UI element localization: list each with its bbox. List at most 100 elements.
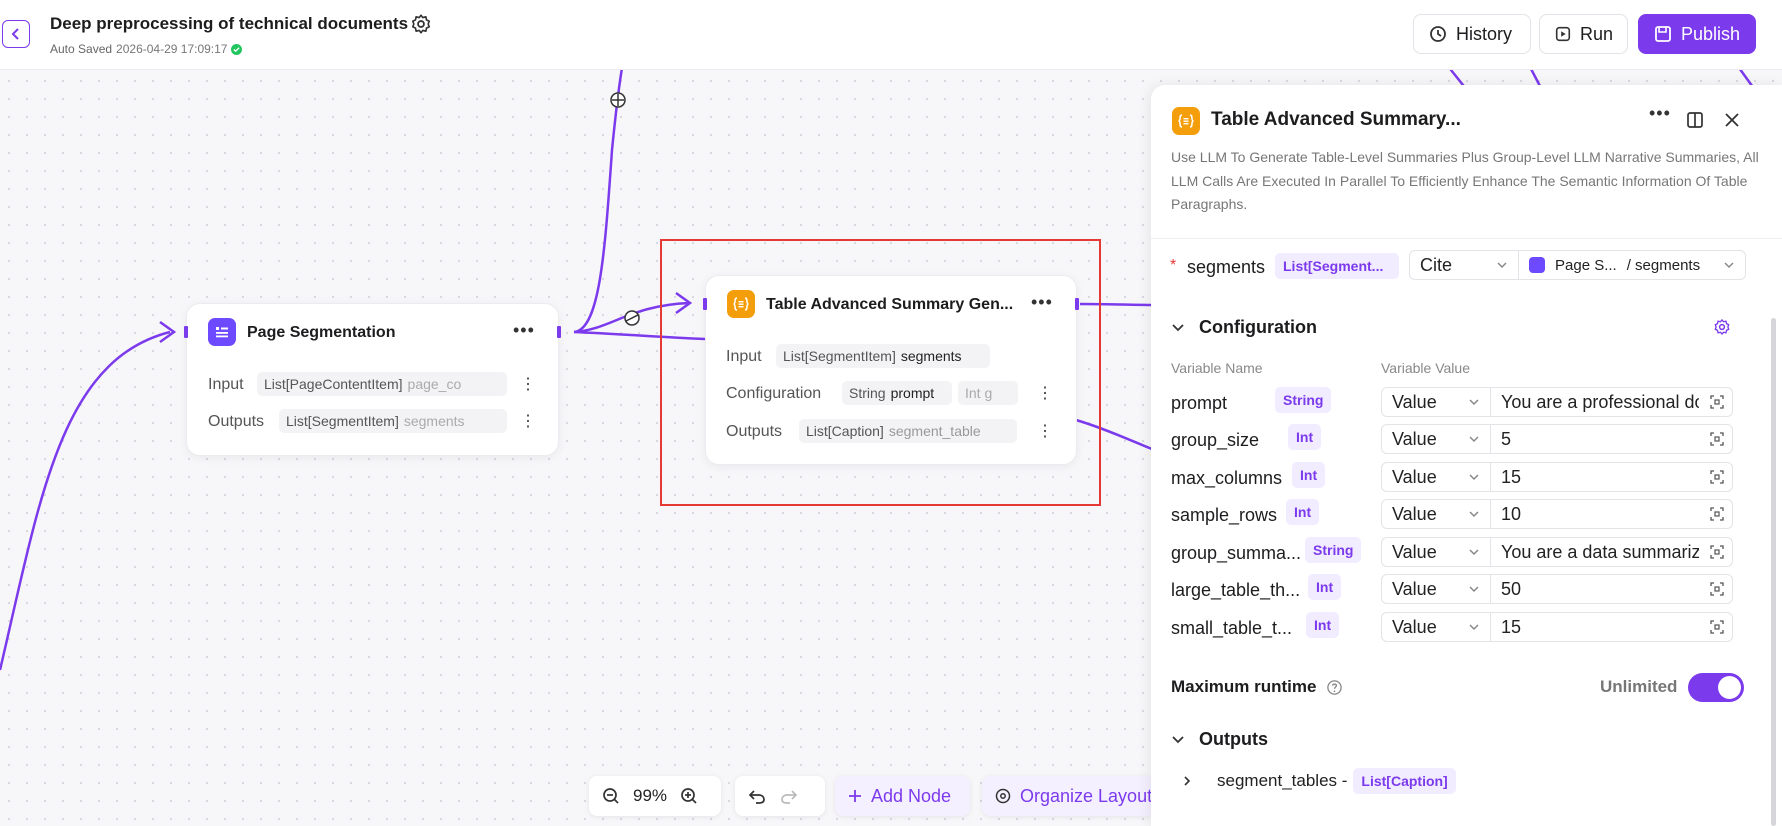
save-icon [1655,26,1671,42]
run-button[interactable]: Run [1539,14,1628,54]
variable-value-input[interactable]: 15 [1490,612,1733,642]
configuration-label: Configuration [1199,317,1317,337]
configuration-section-toggle[interactable]: Configuration [1171,317,1317,338]
more-icon[interactable]: ••• [513,320,535,341]
node-page-segmentation[interactable]: Page Segmentation ••• Input List[PageCon… [186,303,559,456]
edge-top-incoming [573,67,624,334]
redo-icon[interactable] [779,786,799,806]
expand-icon[interactable] [1710,582,1724,596]
output-type: List[SegmentItem] [286,413,399,429]
undo-icon[interactable] [747,786,767,806]
variable-value-input[interactable]: 50 [1490,574,1733,604]
variable-value: 15 [1501,617,1522,637]
layout-icon [995,788,1011,804]
segments-source-select[interactable]: Page S... / segments [1518,250,1746,280]
selection-highlight [660,239,1101,506]
variable-name: group_summa... [1171,543,1302,563]
list-icon [208,318,236,346]
edge-left-incoming [0,330,171,671]
history-button[interactable]: History [1413,14,1531,54]
input-handle[interactable] [184,326,188,338]
check-icon [231,43,243,55]
variable-value: 10 [1501,504,1522,524]
variable-value-input[interactable]: 15 [1490,462,1733,492]
runtime-toggle[interactable] [1688,673,1744,702]
chevron-down-icon [1469,436,1479,443]
zoom-in-icon[interactable] [679,786,699,806]
variable-value-input[interactable]: 5 [1490,424,1733,454]
variable-mode-select[interactable]: Value [1381,612,1491,642]
variable-mode-select[interactable]: Value [1381,462,1491,492]
chevron-left-icon [11,28,19,40]
add-node-button[interactable]: Add Node [835,776,970,816]
output-item[interactable]: segment_tables - List[Caption] [1181,768,1456,794]
segments-type-tag: List[Segment... [1275,253,1399,279]
variable-mode-select[interactable]: Value [1381,424,1491,454]
variable-mode-select[interactable]: Value [1381,574,1491,604]
output-var: segments [403,413,465,429]
variable-mode-select[interactable]: Value [1381,537,1491,567]
plus-icon [849,790,861,802]
expand-icon[interactable] [1710,620,1724,634]
expand-icon[interactable] [1710,432,1724,446]
output-menu-icon[interactable]: ⋮ [520,411,536,431]
zoom-level: 99% [633,786,668,805]
autosave-label: Auto Saved [50,42,113,56]
variable-type-tag: Int [1308,574,1342,600]
variable-value-input[interactable]: You are a data summariza [1490,537,1733,567]
chevron-down-icon [1469,624,1479,631]
gear-icon[interactable] [1713,318,1731,336]
input-chip[interactable]: List[PageContentItem] page_co [257,372,507,396]
variable-value-input[interactable]: You are a professional do [1490,387,1733,417]
variable-mode: Value [1392,392,1437,412]
input-var: page_co [407,376,462,392]
variable-type-tag: Int [1288,424,1322,450]
variable-type-tag: Int [1286,499,1320,525]
chevron-down-icon [1469,399,1479,406]
book-icon[interactable] [1686,111,1704,129]
expand-icon[interactable] [1710,507,1724,521]
panel-scrollbar[interactable] [1771,318,1776,826]
page-title: Deep preprocessing of technical document… [50,14,409,33]
zoom-controls: 99% [589,776,721,816]
output-handle[interactable] [557,326,561,338]
organize-label: Organize Layout [1020,785,1153,806]
zoom-out-icon[interactable] [601,786,621,806]
help-icon[interactable] [1326,679,1343,696]
list-icon [1529,257,1545,273]
outputs-section-toggle[interactable]: Outputs [1171,729,1268,750]
divider [1151,238,1782,239]
close-icon[interactable] [1724,112,1740,128]
gear-icon[interactable] [410,13,432,35]
required-marker: * [1170,257,1177,274]
variable-name: prompt [1171,393,1228,413]
chevron-down-icon [1172,323,1184,331]
output-type-tag: List[Caption] [1353,768,1456,794]
segments-mode-select[interactable]: Cite [1409,250,1519,280]
variable-mode: Value [1392,467,1437,487]
add-node-label: Add Node [871,785,952,806]
variable-mode-select[interactable]: Value [1381,387,1491,417]
variable-value-input[interactable]: 10 [1490,499,1733,529]
chevron-down-icon [1724,262,1734,269]
more-icon[interactable]: ••• [1649,103,1671,124]
input-menu-icon[interactable]: ⋮ [520,374,536,394]
variable-mode-select[interactable]: Value [1381,499,1491,529]
expand-icon[interactable] [1710,395,1724,409]
variable-value: 50 [1501,579,1522,599]
autosave-status: Auto Saved 2026-04-29 17:09:17 [50,42,243,56]
input-type: List[PageContentItem] [264,376,403,392]
variable-mode: Value [1392,429,1437,449]
output-name: segment_tables - [1217,771,1348,790]
publish-button[interactable]: Publish [1638,14,1756,54]
output-chip[interactable]: List[SegmentItem] segments [279,409,507,433]
play-icon [1555,26,1571,42]
variable-name: sample_rows [1171,505,1278,525]
publish-label: Publish [1681,23,1741,44]
expand-icon[interactable] [1710,470,1724,484]
chevron-down-icon [1469,549,1479,556]
organize-layout-button[interactable]: Organize Layout [982,776,1153,816]
segments-mode: Cite [1420,254,1453,275]
back-button[interactable] [2,20,30,48]
expand-icon[interactable] [1710,545,1724,559]
